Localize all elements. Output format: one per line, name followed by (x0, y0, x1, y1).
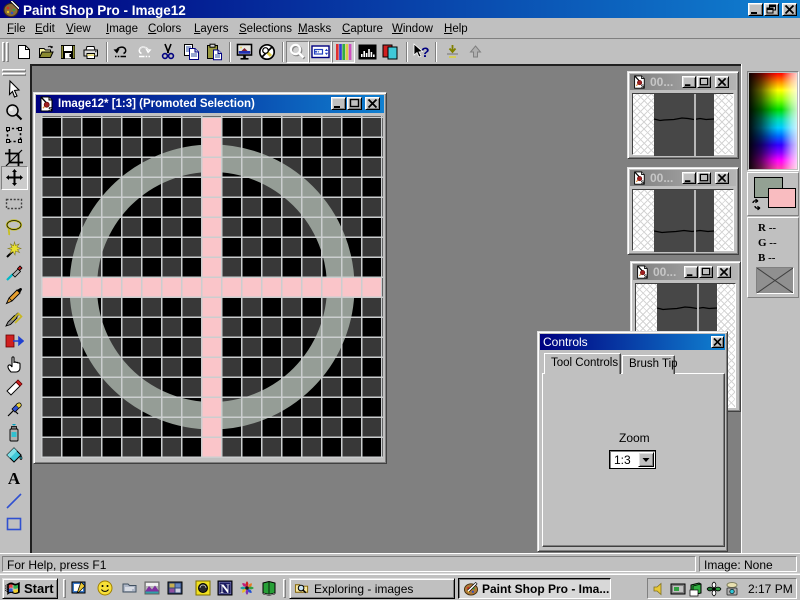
svg-text:s: s (641, 83, 645, 89)
svg-text:s: s (48, 106, 52, 112)
svg-text:A: A (8, 469, 21, 488)
svg-text:s: s (644, 273, 648, 279)
svg-text:N: N (220, 581, 230, 596)
svg-text:?: ? (421, 44, 430, 60)
svg-text:s: s (641, 179, 645, 185)
